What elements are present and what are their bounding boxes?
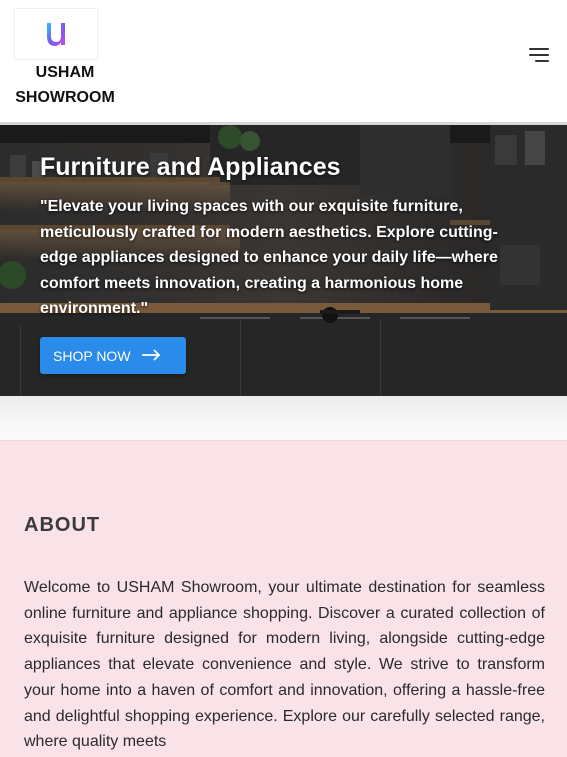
logo-u-icon	[47, 23, 65, 46]
shop-now-label: SHOP NOW	[53, 347, 131, 364]
about-text: Welcome to USHAM Showroom, your ultimate…	[24, 579, 545, 751]
hamburger-menu-icon[interactable]	[529, 46, 551, 64]
hero-description: "Elevate your living spaces with our exq…	[40, 198, 498, 317]
hero-banner: Furniture and Appliances "Elevate your l…	[0, 125, 567, 396]
site-header: USHAM SHOWROOM	[0, 0, 567, 122]
hero-shadow	[0, 396, 567, 440]
logo[interactable]	[14, 8, 98, 60]
brand-line-1: USHAM	[35, 64, 95, 81]
about-section: ABOUT Welcome to USHAM Showroom, your ul…	[0, 440, 567, 757]
about-title: ABOUT	[24, 514, 101, 536]
arrow-right-icon	[141, 348, 161, 364]
hero-title: Furniture and Appliances	[40, 153, 341, 181]
brand-line-2: SHOWROOM	[15, 89, 115, 106]
shop-now-button[interactable]: SHOP NOW	[40, 337, 186, 374]
hero-content: Furniture and Appliances "Elevate your l…	[40, 152, 535, 322]
brand-name: USHAM SHOWROOM	[0, 60, 130, 110]
